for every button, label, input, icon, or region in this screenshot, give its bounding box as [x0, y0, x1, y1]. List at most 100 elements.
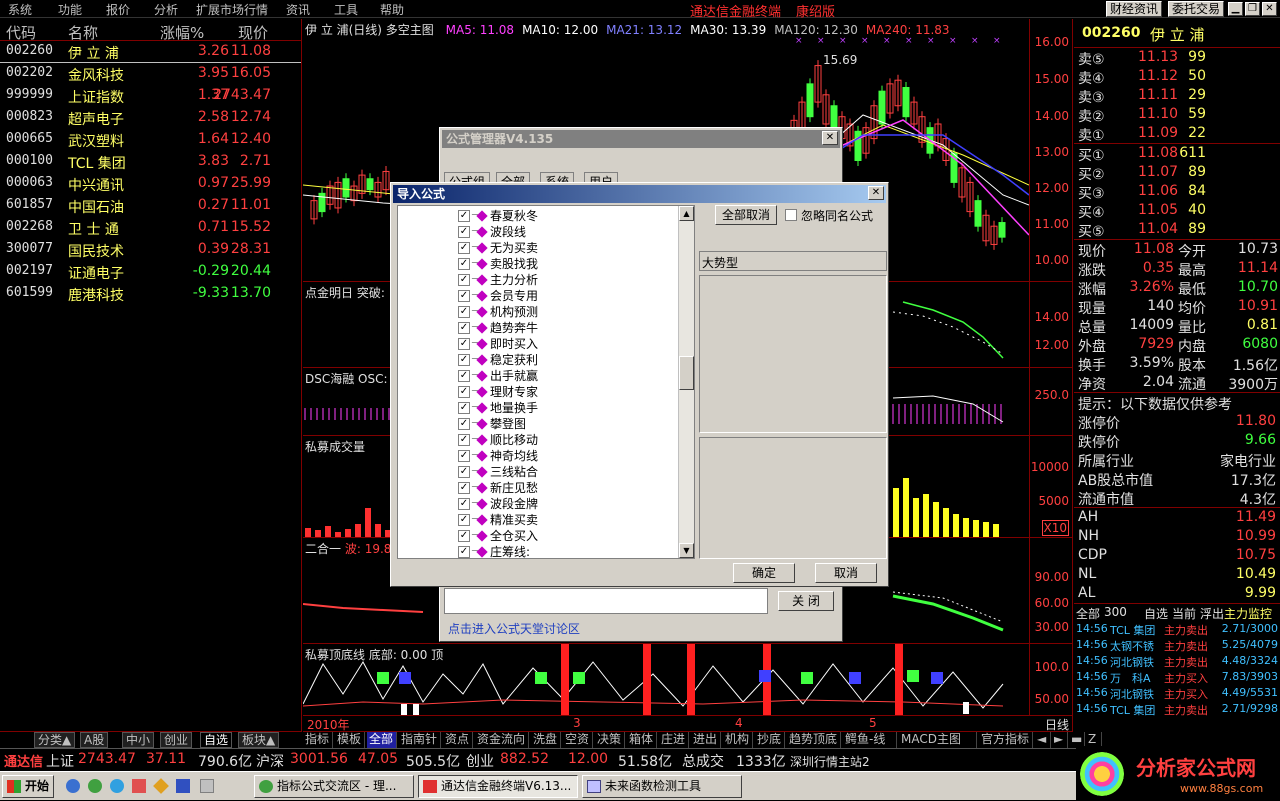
tick-row[interactable]: 14:56 TCL 集团 主力卖出 2.71/9298	[1074, 701, 1280, 717]
formula-checkbox[interactable]: ✓	[458, 274, 470, 286]
indicator-tab[interactable]: 抄底	[755, 732, 785, 748]
trade-button[interactable]: 委托交易	[1168, 1, 1225, 17]
formula-checkbox[interactable]: ✓	[458, 370, 470, 382]
minimize-icon[interactable]: ▁	[1228, 2, 1243, 16]
buy-level[interactable]: 买③ 11.06 84	[1074, 182, 1280, 202]
tab-gem[interactable]: 创业	[160, 732, 193, 748]
indicator-tab[interactable]: 趋势顶底	[787, 732, 841, 748]
col-name[interactable]: 名称	[68, 22, 98, 43]
indicator-tab[interactable]: 官方指标	[979, 732, 1033, 748]
tick-row[interactable]: 14:56 太钢不锈 主力卖出 5.25/4079	[1074, 637, 1280, 653]
quicklaunch-icon[interactable]	[176, 779, 190, 793]
stock-row[interactable]: 002202 金风科技 3.95 16.05	[0, 63, 301, 85]
task-formula-forum[interactable]: 指标公式交流区 - 理...	[254, 775, 414, 798]
col-price[interactable]: 现价	[238, 22, 268, 43]
scroll-thumb[interactable]	[679, 356, 694, 390]
sell-level[interactable]: 卖⑤ 11.13 99	[1074, 48, 1280, 68]
formula-tree[interactable]: ✓─春夏秋冬✓─波段线✓─无为买卖✓─卖股找我✓─主力分析✓─会员专用✓─机构预…	[397, 205, 695, 559]
indicator-tab[interactable]: 洗盘	[531, 732, 561, 748]
task-future-function-tool[interactable]: 未来函数检测工具	[582, 775, 742, 798]
stock-row[interactable]: 999999 上证指数 1.37 2743.47	[0, 85, 301, 107]
stock-row[interactable]: 601599 鹿港科技 -9.33 13.70	[0, 283, 301, 305]
indicator-tab[interactable]: 空资	[563, 732, 593, 748]
tick-tab[interactable]: 当前	[1172, 605, 1196, 622]
stock-row[interactable]: 601857 中国石油 0.27 11.01	[0, 195, 301, 217]
col-pct[interactable]: 涨幅%	[160, 22, 204, 43]
quicklaunch-icon[interactable]	[110, 779, 124, 793]
formula-checkbox[interactable]: ✓	[458, 322, 470, 334]
indicator-tab[interactable]: 箱体	[627, 732, 657, 748]
formula-checkbox[interactable]: ✓	[458, 514, 470, 526]
buy-level[interactable]: 买② 11.07 89	[1074, 163, 1280, 183]
stock-row[interactable]: 002260 伊 立 浦 3.26 11.08	[0, 41, 301, 63]
formula-checkbox[interactable]: ✓	[458, 306, 470, 318]
stock-row[interactable]: 000100 TCL 集团 3.83 2.71	[0, 151, 301, 173]
ok-button[interactable]: 确定	[733, 563, 795, 583]
tick-tab[interactable]: 主力监控	[1224, 605, 1272, 622]
sell-level[interactable]: 卖① 11.09 22	[1074, 124, 1280, 144]
formula-checkbox[interactable]: ✓	[458, 290, 470, 302]
cancel-button[interactable]: 取消	[815, 563, 877, 583]
menu-item-extended-market[interactable]: 扩展市场行情	[196, 1, 268, 18]
tick-row[interactable]: 14:56 万 科A 主力买入 7.83/3903	[1074, 669, 1280, 685]
stock-row[interactable]: 002268 卫 士 通 0.71 15.52	[0, 217, 301, 239]
stock-row[interactable]: 000063 中兴通讯 0.97 25.99	[0, 173, 301, 195]
formula-manager-close-icon[interactable]: ✕	[822, 131, 838, 145]
formula-checkbox[interactable]: ✓	[458, 450, 470, 462]
menu-item-system[interactable]: 系统	[8, 1, 32, 18]
formula-forum-link[interactable]: 点击进入公式天堂讨论区	[448, 620, 580, 637]
stock-row[interactable]: 002197 证通电子 -0.29 20.44	[0, 261, 301, 283]
formula-checkbox[interactable]: ✓	[458, 338, 470, 350]
scroll-up-icon[interactable]: ▲	[679, 206, 694, 221]
deselect-all-button[interactable]: 全部取消	[715, 205, 777, 225]
col-code[interactable]: 代码	[6, 22, 36, 43]
indicator-tab[interactable]: 机构	[723, 732, 753, 748]
stock-row[interactable]: 300077 国民技术 0.39 28.31	[0, 239, 301, 261]
sell-level[interactable]: 卖③ 11.11 29	[1074, 86, 1280, 106]
formula-checkbox[interactable]: ✓	[458, 402, 470, 414]
sell-level[interactable]: 卖② 11.10 59	[1074, 105, 1280, 125]
buy-level[interactable]: 买④ 11.05 40	[1074, 201, 1280, 221]
formula-checkbox[interactable]: ✓	[458, 546, 470, 558]
tab-a-share[interactable]: A股	[80, 732, 109, 748]
chart-control-button[interactable]: ►	[1052, 732, 1068, 748]
scroll-down-icon[interactable]: ▼	[679, 543, 694, 558]
indicator-tab[interactable]: 决策	[595, 732, 625, 748]
formula-checkbox[interactable]: ✓	[458, 226, 470, 238]
quicklaunch-icon[interactable]	[88, 779, 102, 793]
menu-item-function[interactable]: 功能	[58, 1, 82, 18]
buy-level[interactable]: 买① 11.08 611	[1074, 144, 1280, 164]
close-icon[interactable]: ✕	[1262, 2, 1277, 16]
formula-checkbox[interactable]: ✓	[458, 242, 470, 254]
menu-item-analysis[interactable]: 分析	[154, 1, 178, 18]
buy-level[interactable]: 买⑤ 11.04 89	[1074, 220, 1280, 240]
stock-row[interactable]: 000823 超声电子 2.58 12.74	[0, 107, 301, 129]
indicator-panel-topbottom[interactable]: 私募顶底线 底部: 0.00 顶 100.0 50.00	[303, 643, 1073, 716]
quicklaunch-icon[interactable]	[200, 779, 214, 793]
indicator-tab[interactable]: 指南针	[399, 732, 441, 748]
tree-scrollbar[interactable]: ▲ ▼	[678, 206, 694, 558]
start-button[interactable]: 开始	[2, 775, 54, 798]
indicator-tab[interactable]: 庄进	[659, 732, 689, 748]
sell-level[interactable]: 卖④ 11.12 50	[1074, 67, 1280, 87]
indicator-tab[interactable]: 指标	[303, 732, 333, 748]
formula-checkbox[interactable]: ✓	[458, 418, 470, 430]
tab-sme[interactable]: 中小	[122, 732, 155, 748]
quicklaunch-icon[interactable]	[153, 778, 169, 794]
task-tdx-terminal[interactable]: 通达信金融终端V6.13...	[418, 775, 578, 798]
indicator-tab[interactable]: 资金流向	[475, 732, 529, 748]
formula-checkbox[interactable]: ✓	[458, 210, 470, 222]
tab-category[interactable]: 分类▲	[34, 732, 76, 748]
formula-checkbox[interactable]: ✓	[458, 466, 470, 478]
formula-checkbox[interactable]: ✓	[458, 386, 470, 398]
tick-tab[interactable]: 浮出	[1200, 605, 1224, 622]
formula-checkbox[interactable]: ✓	[458, 434, 470, 446]
indicator-tab[interactable]: 资点	[443, 732, 473, 748]
import-dialog-close-icon[interactable]: ✕	[868, 186, 884, 200]
tick-tab[interactable]: 自选	[1144, 605, 1168, 622]
formula-manager-close-button[interactable]: 关 闭	[778, 591, 834, 611]
ie-icon[interactable]	[66, 779, 80, 793]
stock-row[interactable]: 000665 武汉塑料 1.64 12.40	[0, 129, 301, 151]
tick-row[interactable]: 14:56 河北钢铁 主力卖出 4.48/3324	[1074, 653, 1280, 669]
indicator-tab[interactable]: 模板	[335, 732, 365, 748]
